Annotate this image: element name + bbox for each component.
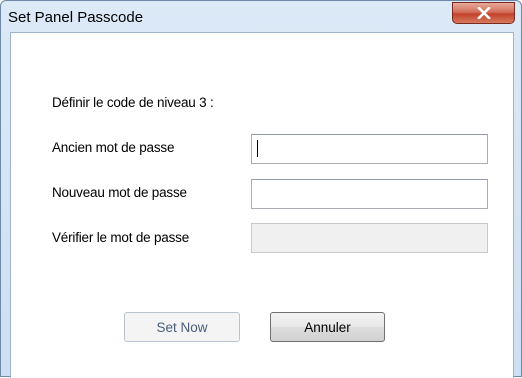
new-password-field[interactable] — [251, 179, 488, 209]
title-bar[interactable]: Set Panel Passcode — [1, 1, 521, 31]
set-now-button[interactable]: Set Now — [124, 312, 240, 342]
old-password-wrapper — [251, 134, 488, 164]
cancel-button[interactable]: Annuler — [270, 312, 385, 342]
old-password-label: Ancien mot de passe — [52, 140, 175, 155]
verify-password-field[interactable] — [251, 223, 488, 253]
close-icon — [476, 7, 491, 19]
window-title: Set Panel Passcode — [8, 9, 144, 26]
close-button[interactable] — [452, 2, 515, 24]
text-caret — [257, 140, 258, 157]
verify-password-label: Vérifier le mot de passe — [52, 230, 190, 245]
new-password-label: Nouveau mot de passe — [52, 185, 187, 200]
dialog-window: Set Panel Passcode Définir le code de ni… — [0, 0, 522, 378]
form-heading: Définir le code de niveau 3 : — [52, 95, 214, 110]
dialog-content: Définir le code de niveau 3 : Ancien mot… — [10, 32, 514, 378]
old-password-field[interactable] — [251, 134, 488, 164]
